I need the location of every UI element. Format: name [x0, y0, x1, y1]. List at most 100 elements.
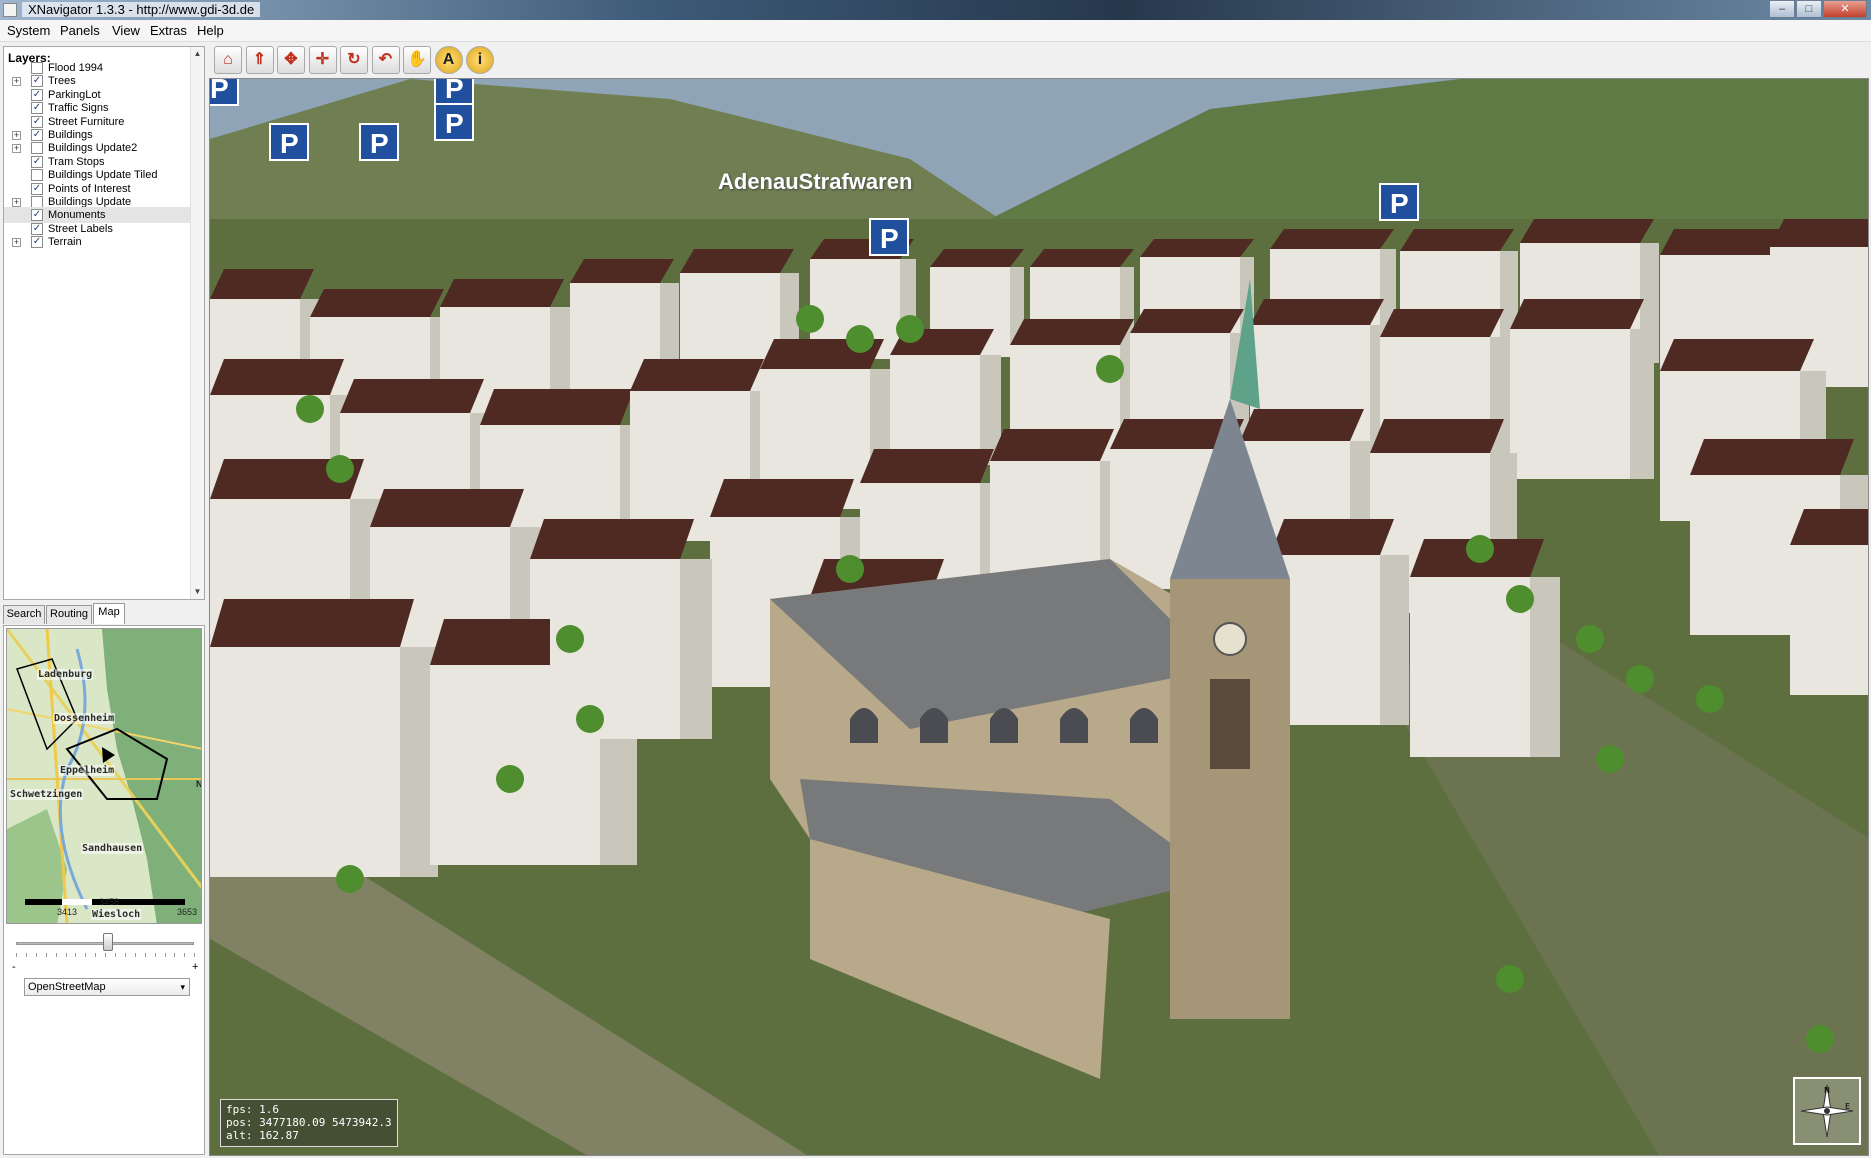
pan-icon[interactable]: ✛	[308, 46, 337, 74]
tree	[1496, 965, 1524, 993]
tree	[836, 555, 864, 583]
menu-extras[interactable]: Extras	[150, 23, 187, 38]
tab-search[interactable]: Search	[3, 605, 45, 624]
label-icon[interactable]: A	[434, 46, 463, 74]
layer-checkbox[interactable]	[31, 62, 43, 74]
expand-icon[interactable]: +	[12, 144, 21, 154]
town-eppelheim: Eppelheim	[59, 765, 116, 776]
expand-icon[interactable]: +	[12, 238, 21, 248]
parking-sign-letter: P	[1390, 188, 1409, 219]
building-roof	[630, 359, 764, 391]
zoom-slider[interactable]: - +	[12, 931, 199, 973]
building-roof	[480, 389, 634, 425]
layer-label: Terrain	[48, 236, 82, 249]
layer-checkbox[interactable]	[31, 196, 43, 208]
layer-checkbox[interactable]: ✓	[31, 75, 43, 88]
tab-map[interactable]: Map	[93, 603, 125, 624]
tree	[1596, 745, 1624, 773]
layer-checkbox[interactable]	[31, 169, 43, 182]
street-label-overlay: AdenauStrafwaren	[718, 169, 913, 194]
compass-icon[interactable]: N E	[1793, 1077, 1861, 1145]
rotate-icon[interactable]: ↻	[340, 46, 368, 74]
position-readout: pos: 3477180.09 5473942.3	[226, 1116, 392, 1129]
title-bar: XNavigator 1.3.3 - http://www.gdi-3d.de …	[0, 0, 1871, 20]
map-panel: Ladenburg Dossenheim Eppelheim Schwetzin…	[3, 625, 205, 1155]
expand-icon[interactable]: +	[12, 77, 21, 87]
building-side	[680, 559, 712, 739]
layer-checkbox[interactable]: ✓	[31, 209, 43, 222]
building-roof	[1400, 229, 1514, 251]
scale-mid-value: 3458	[99, 897, 120, 907]
slider-tick	[45, 953, 47, 957]
building-roof	[440, 279, 564, 307]
xnavigator-window: XNavigator 1.3.3 - http://www.gdi-3d.de …	[0, 0, 1871, 1158]
fly-up-icon[interactable]: ⇑	[245, 46, 274, 74]
tree	[326, 455, 354, 483]
3d-viewport[interactable]: PPPPPPP AdenauStrafwaren fps: 1.6 pos: 3…	[209, 78, 1869, 1156]
layer-checkbox[interactable]: ✓	[31, 88, 43, 101]
menu-panels[interactable]: Panels	[60, 23, 100, 38]
maximize-button[interactable]: □	[1796, 0, 1822, 18]
building-roof	[710, 479, 854, 517]
building-roof	[210, 359, 344, 395]
building-roof	[1510, 299, 1644, 329]
slider-tick	[16, 953, 17, 957]
camera-status-box: fps: 1.6 pos: 3477180.09 5473942.3 alt: …	[220, 1099, 398, 1147]
town-schwetzingen: Schwetzingen	[9, 789, 84, 800]
tab-routing[interactable]: Routing	[46, 605, 92, 624]
layer-row[interactable]: + ✓ Terrain	[4, 234, 190, 250]
town-wiesloch: Wiesloch	[91, 909, 142, 920]
expand-icon[interactable]: +	[12, 131, 21, 140]
zoom-slider-thumb[interactable]	[103, 933, 113, 951]
building-wall	[210, 647, 400, 877]
parking-sign-letter: P	[210, 79, 229, 104]
return-icon[interactable]: ↶	[371, 46, 400, 74]
layer-checkbox[interactable]: ✓	[31, 102, 43, 115]
parking-sign-letter: P	[445, 108, 464, 139]
scroll-up-icon[interactable]: ▲	[193, 49, 202, 58]
slider-tick	[144, 953, 146, 957]
parking-sign-letter: P	[445, 79, 464, 104]
menu-help[interactable]: Help	[197, 23, 224, 38]
building-roof	[1240, 409, 1364, 441]
map-source-value: OpenStreetMap	[28, 981, 106, 993]
app-icon	[3, 3, 17, 17]
parking-sign-letter: P	[280, 128, 299, 159]
layer-checkbox[interactable]	[31, 142, 43, 155]
layer-checkbox[interactable]: ✓	[31, 129, 43, 141]
expand-icon[interactable]: +	[12, 198, 21, 207]
slider-tick	[174, 953, 176, 957]
layer-checkbox[interactable]: ✓	[31, 155, 43, 168]
scale-left-value: 3413	[57, 907, 78, 917]
compass-east-label: E	[1845, 1102, 1850, 1111]
minimize-button[interactable]: –	[1769, 0, 1795, 18]
move-icon[interactable]: ✥	[277, 46, 305, 74]
slider-tick	[115, 953, 116, 957]
map-source-select[interactable]: OpenStreetMap ▾	[24, 978, 190, 996]
zoom-plus-label: +	[192, 961, 199, 973]
menu-system[interactable]: System	[7, 23, 50, 38]
tree	[1696, 685, 1724, 713]
town-dossenheim: Dossenheim	[53, 713, 116, 724]
building-side	[1630, 329, 1654, 479]
overview-minimap[interactable]: Ladenburg Dossenheim Eppelheim Schwetzin…	[6, 628, 202, 924]
scroll-down-icon[interactable]: ▼	[193, 587, 202, 596]
layer-checkbox[interactable]: ✓	[31, 182, 43, 195]
panel-tabs: Search Routing Map	[3, 603, 205, 625]
building-roof	[210, 599, 414, 647]
close-button[interactable]: ✕	[1823, 0, 1867, 18]
scale-right-value: 3653	[177, 907, 198, 917]
layer-checkbox[interactable]: ✓	[31, 236, 43, 249]
menu-view[interactable]: View	[112, 23, 140, 38]
info-icon[interactable]: i	[466, 46, 494, 74]
hand-icon[interactable]: ✋	[403, 46, 431, 74]
building-roof	[860, 449, 994, 483]
slider-tick	[55, 953, 57, 957]
zoom-minus-label: -	[12, 961, 16, 973]
slider-tick	[25, 953, 27, 957]
fly-home-icon[interactable]: ⌂	[214, 46, 242, 74]
building-roof	[1140, 239, 1254, 257]
layer-checkbox[interactable]: ✓	[31, 115, 43, 128]
layers-scrollbar[interactable]: ▲ ▼	[190, 47, 204, 599]
layer-checkbox[interactable]: ✓	[31, 222, 43, 235]
